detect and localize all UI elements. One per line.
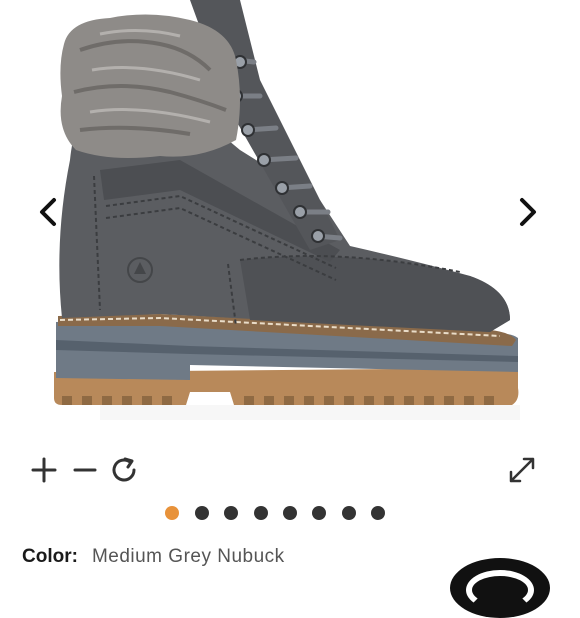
chat-bubble-icon[interactable] [450,558,550,618]
color-label: Color: [22,546,78,567]
pagination-dot[interactable] [312,506,326,520]
product-image-viewer [0,0,580,440]
product-image[interactable] [40,0,540,420]
color-value: Medium Grey Nubuck [91,546,285,567]
pagination-dot[interactable] [371,506,385,520]
previous-image-button[interactable] [28,190,68,234]
minus-icon [73,468,97,472]
pagination-dot[interactable] [195,506,209,520]
next-image-button[interactable] [508,190,548,234]
color-info: Color: Medium Grey Nubuck [22,546,285,568]
pagination-dot[interactable] [342,506,356,520]
expand-icon [509,457,535,483]
zoom-in-button[interactable] [28,452,60,488]
chevron-right-icon [520,198,536,226]
rotate-icon [112,457,136,482]
pagination-dot[interactable] [283,506,297,520]
pagination-dot[interactable] [224,506,238,520]
zoom-out-button[interactable] [70,452,100,488]
fullscreen-button[interactable] [505,452,539,488]
pagination-dot[interactable] [165,506,179,520]
reset-zoom-button[interactable] [108,452,142,488]
plus-icon [31,457,57,483]
chevron-left-icon [40,198,56,226]
pagination-dot[interactable] [254,506,268,520]
image-pagination [0,502,580,524]
